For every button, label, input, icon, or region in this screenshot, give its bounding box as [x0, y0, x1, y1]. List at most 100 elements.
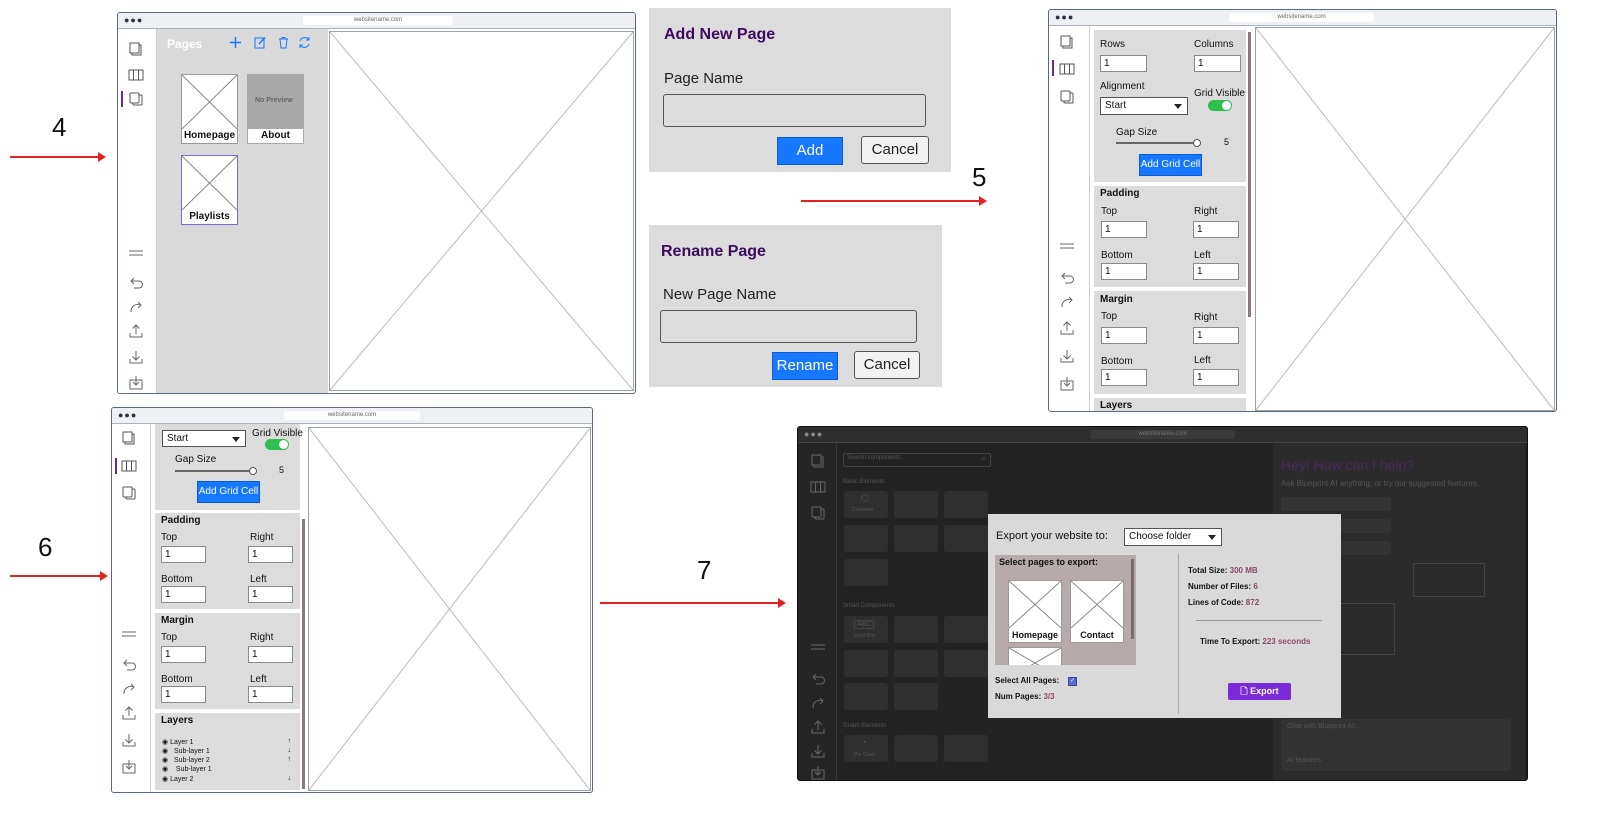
cancel-button[interactable]: Cancel	[861, 136, 929, 164]
slider-knob[interactable]	[1193, 139, 1201, 147]
grid-visible-toggle[interactable]	[1208, 100, 1232, 111]
margin-left-input[interactable]: 1	[1193, 369, 1239, 386]
export-page-contact[interactable]: Contact	[1070, 580, 1124, 643]
choose-folder-select[interactable]: Choose folder	[1124, 528, 1222, 546]
page-thumbnail-homepage[interactable]: Homepage	[181, 74, 238, 144]
add-grid-cell-button[interactable]: Add Grid Cell	[1139, 154, 1202, 176]
padding-left-input[interactable]: 1	[248, 586, 293, 603]
slider-knob[interactable]	[249, 467, 257, 475]
select-all-checkbox[interactable]: ✓	[1068, 677, 1077, 686]
layer-row[interactable]: ◉ Layer 2 ↓	[162, 775, 295, 783]
component-pie-chart[interactable]: ◔ Pie Chart	[844, 735, 888, 762]
import-icon[interactable]	[1059, 376, 1075, 392]
padding-bottom-input[interactable]: 1	[1101, 263, 1147, 280]
component-tile[interactable]	[844, 525, 888, 552]
arrow-up-icon[interactable]: ↑	[288, 738, 292, 745]
component-tile[interactable]	[944, 735, 988, 762]
margin-right-input[interactable]: 1	[248, 646, 293, 663]
rows-input[interactable]: 1	[1100, 55, 1147, 72]
window-controls-icon[interactable]: ●●●	[804, 430, 823, 439]
address-bar[interactable]: websitename.com	[303, 16, 453, 25]
pages-icon[interactable]	[128, 91, 144, 107]
import-icon[interactable]	[128, 375, 144, 391]
component-tile[interactable]	[844, 650, 888, 677]
upload-icon[interactable]	[810, 719, 826, 735]
edit-page-icon[interactable]	[254, 36, 267, 49]
copy-icon[interactable]	[1059, 34, 1075, 50]
page-thumbnail-playlists[interactable]: Playlists	[181, 155, 238, 225]
padding-right-input[interactable]: 1	[248, 546, 293, 563]
window-controls-icon[interactable]: ●●●	[118, 411, 137, 420]
component-tile[interactable]	[944, 650, 988, 677]
download-icon[interactable]	[128, 349, 144, 365]
layer-row[interactable]: ◉ Layer 1 ↑	[162, 738, 295, 746]
margin-bottom-input[interactable]: 1	[161, 686, 206, 703]
component-tile[interactable]	[894, 616, 938, 643]
search-input[interactable]: Search components... ⌕	[843, 453, 991, 467]
address-bar[interactable]: websitename.com	[284, 411, 420, 420]
ai-features-label[interactable]: AI features	[1287, 757, 1321, 764]
add-grid-cell-button[interactable]: Add Grid Cell	[197, 481, 260, 503]
add-button[interactable]: Add	[777, 137, 843, 165]
upload-icon[interactable]	[121, 705, 137, 721]
copy-icon[interactable]	[810, 453, 826, 469]
suggestion-chip[interactable]	[1281, 497, 1391, 511]
grid-visible-toggle[interactable]	[265, 439, 289, 450]
pages-icon[interactable]	[121, 485, 137, 501]
upload-icon[interactable]	[1059, 320, 1075, 336]
address-bar[interactable]: websitename.com	[1090, 430, 1235, 439]
component-tile[interactable]	[894, 491, 938, 518]
menu-icon[interactable]	[121, 626, 137, 642]
component-tile[interactable]	[944, 525, 988, 552]
margin-left-input[interactable]: 1	[248, 686, 293, 703]
menu-icon[interactable]	[128, 245, 144, 261]
layer-row[interactable]: ◉ Sub-layer 2 ↑	[162, 756, 295, 764]
panel-scrollbar[interactable]	[302, 519, 305, 789]
pages-icon[interactable]	[1059, 89, 1075, 105]
window-controls-icon[interactable]: ●●●	[124, 16, 143, 25]
margin-top-input[interactable]: 1	[1101, 327, 1147, 344]
component-tile[interactable]	[844, 559, 888, 586]
margin-top-input[interactable]: 1	[161, 646, 206, 663]
component-tile[interactable]	[894, 650, 938, 677]
redo-icon[interactable]	[121, 681, 137, 697]
rename-button[interactable]: Rename	[772, 352, 838, 380]
pages-scrollbar[interactable]	[1131, 559, 1134, 639]
export-button[interactable]: 🗋 Export	[1228, 683, 1291, 700]
cancel-button[interactable]: Cancel	[854, 351, 920, 379]
undo-icon[interactable]	[121, 657, 137, 673]
alignment-select[interactable]: Start	[1100, 97, 1188, 115]
design-canvas[interactable]	[308, 427, 591, 791]
export-page-homepage[interactable]: Homepage	[1008, 580, 1062, 643]
columns-icon[interactable]	[128, 67, 144, 83]
import-icon[interactable]	[121, 759, 137, 775]
download-icon[interactable]	[121, 732, 137, 748]
layer-row[interactable]: ◉ Sub-layer 1 ↓	[162, 747, 295, 755]
undo-icon[interactable]	[810, 671, 826, 687]
margin-bottom-input[interactable]: 1	[1101, 369, 1147, 386]
padding-bottom-input[interactable]: 1	[161, 586, 206, 603]
menu-icon[interactable]	[810, 639, 826, 655]
page-thumbnail-about[interactable]: No Preview About	[247, 74, 304, 144]
columns-icon[interactable]	[1059, 61, 1075, 77]
design-canvas[interactable]	[1255, 27, 1555, 411]
component-tile[interactable]	[944, 491, 988, 518]
download-icon[interactable]	[1059, 348, 1075, 364]
arrow-up-icon[interactable]: ↑	[288, 756, 292, 763]
undo-icon[interactable]	[1059, 270, 1075, 286]
columns-input[interactable]: 1	[1194, 55, 1241, 72]
redo-icon[interactable]	[128, 299, 144, 315]
add-page-icon[interactable]	[229, 36, 242, 49]
panel-scrollbar[interactable]	[1248, 32, 1251, 317]
redo-icon[interactable]	[1059, 294, 1075, 310]
padding-top-input[interactable]: 1	[1101, 221, 1147, 238]
component-tile[interactable]	[894, 683, 938, 710]
padding-top-input[interactable]: 1	[161, 546, 206, 563]
menu-icon[interactable]	[1059, 238, 1075, 254]
padding-left-input[interactable]: 1	[1193, 263, 1239, 280]
component-tile[interactable]	[844, 683, 888, 710]
component-tile[interactable]	[944, 616, 988, 643]
arrow-down-icon[interactable]: ↓	[288, 775, 292, 782]
margin-right-input[interactable]: 1	[1193, 327, 1239, 344]
columns-icon[interactable]	[810, 479, 826, 495]
